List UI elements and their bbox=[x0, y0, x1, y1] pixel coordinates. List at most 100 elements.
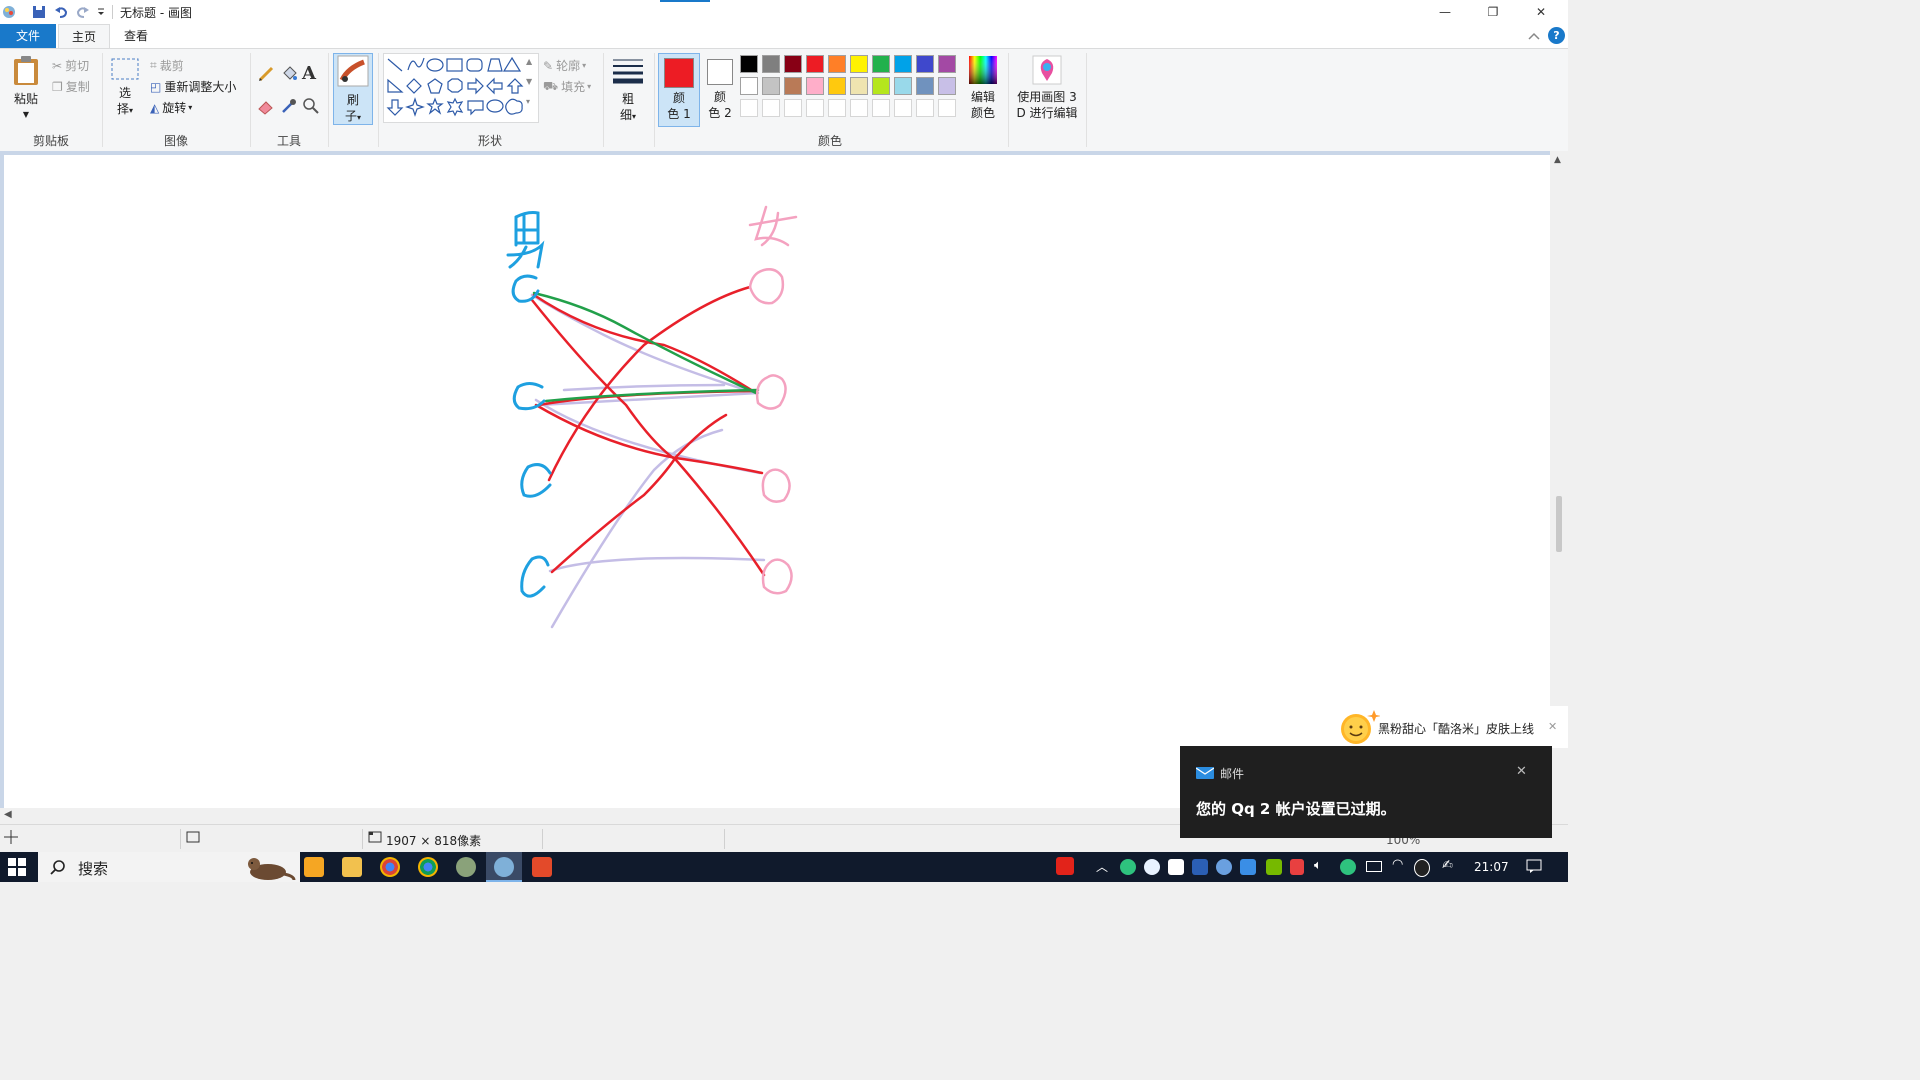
color2-button[interactable]: 颜 色 2 bbox=[702, 53, 738, 125]
palette-swatch[interactable] bbox=[784, 55, 802, 73]
palette-swatch[interactable] bbox=[784, 77, 802, 95]
fill-button[interactable]: ⛟ 填充 ▾ bbox=[543, 78, 591, 95]
copy-button[interactable]: ❐ 复制 bbox=[52, 78, 90, 95]
brushes-button[interactable]: 刷 子▾ bbox=[333, 53, 373, 125]
color1-button[interactable]: 颜 色 1 bbox=[658, 53, 700, 127]
tray-app-icon[interactable] bbox=[1120, 859, 1136, 875]
palette-swatch[interactable] bbox=[828, 77, 846, 95]
scroll-up-icon[interactable]: ▲ bbox=[1554, 155, 1561, 165]
tray-app-icon[interactable] bbox=[1240, 859, 1256, 875]
custom-color-slot[interactable] bbox=[872, 99, 890, 117]
close-icon[interactable]: ✕ bbox=[1548, 720, 1557, 733]
palette-swatch[interactable] bbox=[740, 55, 758, 73]
action-center-icon[interactable] bbox=[1526, 858, 1542, 877]
palette-swatch[interactable] bbox=[916, 55, 934, 73]
shapes-scroll[interactable]: ▲ ▼ ▾ bbox=[526, 57, 532, 107]
custom-color-slot[interactable] bbox=[762, 99, 780, 117]
edge-icon[interactable] bbox=[1144, 859, 1160, 875]
palette-swatch[interactable] bbox=[762, 55, 780, 73]
minimize-button[interactable]: — bbox=[1422, 0, 1468, 24]
taskbar-search-box[interactable]: 搜索 bbox=[38, 852, 300, 882]
app-icon[interactable] bbox=[532, 857, 552, 877]
custom-color-slot[interactable] bbox=[740, 99, 758, 117]
tray-app-icon[interactable] bbox=[1216, 859, 1232, 875]
palette-swatch[interactable] bbox=[894, 55, 912, 73]
close-icon[interactable]: ✕ bbox=[1516, 764, 1527, 779]
crop-button[interactable]: ⌗ 裁剪 bbox=[150, 57, 184, 74]
eraser-icon[interactable] bbox=[257, 97, 275, 118]
paste-button[interactable]: 粘贴 ▼ bbox=[6, 55, 46, 123]
color-picker-icon[interactable] bbox=[280, 97, 298, 118]
tray-app-icon[interactable] bbox=[1340, 859, 1356, 875]
scroll-left-icon[interactable]: ◀ bbox=[4, 809, 12, 820]
palette-swatch[interactable] bbox=[850, 55, 868, 73]
palette-swatch[interactable] bbox=[806, 77, 824, 95]
magnifier-icon[interactable] bbox=[302, 97, 320, 118]
volume-icon[interactable]: 🔈︎ bbox=[1314, 858, 1322, 873]
customize-quick-access-icon[interactable] bbox=[92, 3, 110, 21]
palette-swatch[interactable] bbox=[850, 77, 868, 95]
app-avatar-icon[interactable] bbox=[456, 857, 476, 877]
battery-icon[interactable] bbox=[1366, 861, 1382, 872]
palette-swatch[interactable] bbox=[872, 77, 890, 95]
palette-swatch[interactable] bbox=[740, 77, 758, 95]
restore-button[interactable]: ❐ bbox=[1470, 0, 1516, 24]
palette-swatch[interactable] bbox=[916, 77, 934, 95]
clock[interactable]: 21:07 bbox=[1474, 860, 1509, 874]
tray-app-icon[interactable] bbox=[1290, 859, 1304, 875]
qq-icon[interactable] bbox=[1414, 859, 1430, 877]
undo-icon[interactable] bbox=[52, 3, 70, 21]
help-icon[interactable]: ? bbox=[1548, 27, 1565, 44]
pen-icon[interactable]: ✍ bbox=[1442, 858, 1453, 873]
edit-with-paint3d-button[interactable]: 使用画图 3 D 进行编辑 bbox=[1012, 55, 1082, 121]
custom-color-slot[interactable] bbox=[938, 99, 956, 117]
scrollbar-thumb[interactable] bbox=[1556, 496, 1562, 552]
palette-swatch[interactable] bbox=[938, 77, 956, 95]
cut-button[interactable]: ✂ 剪切 bbox=[52, 57, 89, 74]
palette-swatch[interactable] bbox=[806, 55, 824, 73]
palette-swatch[interactable] bbox=[828, 55, 846, 73]
palette-swatch[interactable] bbox=[894, 77, 912, 95]
edit-colors-button[interactable]: 编辑 颜色 bbox=[966, 55, 1000, 121]
redo-icon[interactable] bbox=[74, 3, 92, 21]
windows-start-icon[interactable] bbox=[8, 858, 26, 879]
collapse-ribbon-icon[interactable] bbox=[1528, 30, 1540, 44]
wifi-icon[interactable]: ◠ bbox=[1392, 857, 1403, 872]
drawing-canvas[interactable] bbox=[4, 155, 1550, 808]
palette-swatch[interactable] bbox=[762, 77, 780, 95]
save-icon[interactable] bbox=[30, 3, 48, 21]
nvidia-icon[interactable] bbox=[1266, 859, 1282, 875]
sogou-ime-icon[interactable] bbox=[1056, 857, 1074, 875]
show-hidden-icons-icon[interactable]: ︿ bbox=[1096, 858, 1108, 875]
resize-button[interactable]: ◰ 重新调整大小 bbox=[150, 78, 236, 95]
select-button[interactable]: 选 择▾ bbox=[108, 57, 142, 119]
mail-notification[interactable]: 邮件 ✕ 您的 Qq 2 帐户设置已过期。 bbox=[1180, 746, 1552, 838]
custom-color-slot[interactable] bbox=[916, 99, 934, 117]
fill-bucket-icon[interactable] bbox=[280, 65, 298, 86]
outline-button[interactable]: ✎ 轮廓 ▾ bbox=[543, 57, 586, 74]
sticky-app-icon[interactable] bbox=[304, 857, 324, 877]
palette-swatch[interactable] bbox=[872, 55, 890, 73]
close-button[interactable]: ✕ bbox=[1518, 0, 1564, 24]
pencil-icon[interactable] bbox=[257, 65, 275, 86]
size-button[interactable]: 粗 细▾ bbox=[608, 57, 648, 125]
file-explorer-icon[interactable] bbox=[342, 857, 362, 877]
qq-skin-notification[interactable]: 黑粉甜心「酷洛米」皮肤上线 ✕ bbox=[1330, 706, 1568, 748]
custom-color-slot[interactable] bbox=[784, 99, 802, 117]
custom-color-slot[interactable] bbox=[894, 99, 912, 117]
paint-taskbar-button[interactable] bbox=[486, 852, 522, 882]
chrome-icon[interactable] bbox=[380, 857, 400, 877]
text-tool-icon[interactable]: A bbox=[302, 63, 316, 84]
tab-view[interactable]: 查看 bbox=[110, 24, 162, 48]
palette-swatch[interactable] bbox=[938, 55, 956, 73]
tray-app-icon[interactable] bbox=[1168, 859, 1184, 875]
tab-home[interactable]: 主页 bbox=[58, 24, 110, 48]
custom-color-slot[interactable] bbox=[806, 99, 824, 117]
custom-color-slot[interactable] bbox=[828, 99, 846, 117]
tab-file[interactable]: 文件 bbox=[0, 24, 56, 48]
paint-app-icon[interactable] bbox=[0, 3, 18, 21]
rotate-button[interactable]: ◭ 旋转 ▾ bbox=[150, 99, 192, 116]
chrome-icon[interactable] bbox=[418, 857, 438, 877]
custom-color-slot[interactable] bbox=[850, 99, 868, 117]
defender-icon[interactable] bbox=[1192, 859, 1208, 875]
